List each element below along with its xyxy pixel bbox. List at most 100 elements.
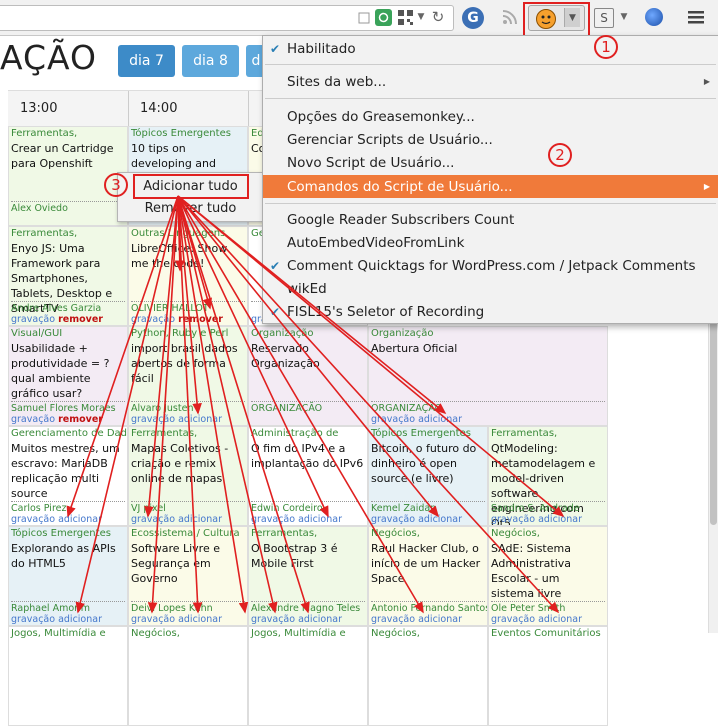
session-cell[interactable]: Organização Abertura Oficial ORGANIZAÇÃO gr… [368, 326, 608, 426]
rss-icon[interactable] [502, 9, 518, 25]
chevron-down-icon[interactable]: ▼ [416, 10, 426, 24]
session-title[interactable]: Abertura Oficial [369, 339, 607, 356]
session-cell[interactable]: Eventos Comunitários [488, 626, 608, 726]
divider [131, 501, 245, 502]
recording-label: gravação adicionar [491, 514, 582, 525]
session-cell[interactable]: Administração de O fim do IPv4 e a implan… [248, 426, 368, 526]
menu-item-enabled[interactable]: ✔ Habilitado [263, 37, 718, 60]
recording-status: gravação adicionar [131, 614, 222, 625]
session-category: Tópicos Emergentes [131, 128, 231, 139]
session-cell[interactable]: Python, Ruby e Perl import brasil dados a… [128, 326, 248, 426]
session-title[interactable]: Bitcoin, o futuro do dinheiro é open sou… [369, 439, 487, 486]
refresh-icon[interactable] [375, 9, 392, 26]
divider [491, 601, 605, 602]
session-cell[interactable]: Outras Linguagens LibreOffice: Show me th… [128, 226, 248, 326]
session-title[interactable]: Software Livre e Segurança em Governo [129, 539, 247, 586]
s-icon[interactable]: S [594, 8, 614, 28]
recording-status: gravação remover [11, 414, 103, 425]
session-cell[interactable]: Visual/GUI Usabilidade + produtividade = … [8, 326, 128, 426]
qr-code-icon[interactable] [397, 9, 413, 25]
session-title[interactable]: Muitos mestres, um escravo: MariaDB repl… [9, 439, 127, 501]
session-title[interactable]: import brasil dados abertos de forma fác… [129, 339, 247, 386]
divider [11, 201, 125, 202]
recording-status: gravação adicionar [371, 414, 462, 425]
menu-item-label: wikEd [287, 280, 327, 297]
menu-item-script-commands[interactable]: Comandos do Script de Usuário... ▶ [263, 175, 718, 198]
session-category: Tópicos Emergentes [371, 428, 471, 439]
menu-item-label: FISL15's Seletor of Recording [287, 303, 485, 320]
bookmark-star-icon[interactable] [357, 11, 370, 24]
session-title[interactable]: SAdE: Sistema Administrativa Escolar - u… [489, 539, 607, 601]
session-cell[interactable]: Negócios, [128, 626, 248, 726]
menu-item-options[interactable]: Opções do Greasemonkey... [263, 105, 718, 128]
menu-item-websites[interactable]: Sites da web... ▶ [263, 70, 718, 93]
session-cell[interactable]: Organização Reservado Organização ORGANIZA… [248, 326, 368, 426]
time-label-13: 13:00 [20, 101, 58, 116]
session-category: Outras Linguagens [131, 228, 226, 239]
menu-item-label: Comment Quicktags for WordPress.com / Je… [287, 257, 696, 274]
menu-item-script-google-reader[interactable]: Google Reader Subscribers Count [263, 208, 718, 231]
divider [371, 601, 485, 602]
session-cell[interactable]: Ecossistema / Cultura Software Livre e Se… [128, 526, 248, 626]
remove-all-item[interactable]: Remover tudo [118, 197, 263, 219]
session-cell[interactable]: Ferramentas, Enyo JS: Uma Framework para … [8, 226, 128, 326]
menu-item-script-wiked[interactable]: wikEd [263, 277, 718, 300]
session-cell[interactable]: Gerenciamento de Dados Muitos mestres, um… [8, 426, 128, 526]
menu-item-script-fisl15[interactable]: ✔ FISL15's Seletor of Recording [263, 300, 718, 323]
recording-status: gravação adicionar [371, 614, 462, 625]
annotation-marker-3: 3 [104, 173, 128, 197]
menu-item-new-script[interactable]: Novo Script de Usuário... [263, 151, 718, 174]
session-cell[interactable]: Negócios, SAdE: Sistema Administrativa Es… [488, 526, 608, 626]
session-title[interactable]: Usabilidade + produtividade = ? qual amb… [9, 339, 127, 401]
remove-recording-link[interactable]: remover [58, 314, 103, 325]
session-title[interactable] [249, 639, 367, 641]
session-cell[interactable]: Tópicos Emergentes Bitcoin, o futuro do d… [368, 426, 488, 526]
divider [251, 501, 365, 502]
session-title[interactable] [9, 639, 127, 641]
session-category: Python, Ruby e Perl [131, 328, 229, 339]
session-cell[interactable]: Negócios, [368, 626, 488, 726]
session-cell[interactable]: Ferramentas, Mapas Coletivos - criação e … [128, 426, 248, 526]
session-title[interactable]: Raul Hacker Club, o início de um Hacker … [369, 539, 487, 586]
recording-status: gravação adicionar [491, 614, 582, 625]
session-cell[interactable]: Tópicos Emergentes Explorando as APIs do … [8, 526, 128, 626]
session-title[interactable]: Mapas Coletivos - criação e remix online… [129, 439, 247, 486]
session-cell[interactable]: Ferramentas, QtModeling: metamodelagem e … [488, 426, 608, 526]
session-cell[interactable]: Jogos, Multimídia e [8, 626, 128, 726]
menu-item-manage-scripts[interactable]: Gerenciar Scripts de Usuário... [263, 128, 718, 151]
session-title[interactable] [489, 639, 607, 641]
reload-icon[interactable]: ↻ [430, 8, 446, 26]
day-tab-7[interactable]: dia 7 [118, 45, 175, 77]
session-title[interactable]: O fim do IPv4 e a implantação do IPv6 [249, 439, 367, 471]
recording-label: gravação [11, 414, 56, 425]
session-author: Edwin Cordeiro [251, 503, 323, 514]
menu-item-script-quicktags[interactable]: ✔ Comment Quicktags for WordPress.com / J… [263, 254, 718, 277]
time-label-14: 14:00 [140, 101, 178, 116]
remove-recording-link[interactable]: remover [178, 314, 223, 325]
session-title[interactable]: Explorando as APIs do HTML5 [9, 539, 127, 571]
session-title[interactable] [129, 639, 247, 641]
menu-icon[interactable] [687, 8, 705, 26]
session-category: Negócios, [491, 528, 540, 539]
divider [131, 401, 245, 402]
divider [371, 401, 605, 402]
session-cell[interactable]: Ferramentas, O Bootstrap 3 é Mobile First… [248, 526, 368, 626]
remove-recording-link[interactable]: remover [58, 414, 103, 425]
session-cell[interactable]: Jogos, Multimídia e [248, 626, 368, 726]
divider [11, 401, 125, 402]
session-title[interactable]: Reservado Organização [249, 339, 367, 371]
recording-label: gravação adicionar [371, 614, 462, 625]
globe-icon[interactable] [645, 8, 663, 26]
session-title[interactable]: O Bootstrap 3 é Mobile First [249, 539, 367, 571]
menu-item-script-autoembed[interactable]: AutoEmbedVideoFromLink [263, 231, 718, 254]
g-icon[interactable]: G [462, 7, 484, 29]
session-title[interactable]: Crear un Cartridge para Openshift [9, 139, 127, 171]
recording-status: gravação adicionar [131, 514, 222, 525]
time-divider [248, 91, 249, 127]
chevron-down-icon[interactable]: ▼ [619, 10, 629, 24]
session-cell[interactable]: Negócios, Raul Hacker Club, o início de u… [368, 526, 488, 626]
session-title[interactable] [369, 639, 487, 641]
session-title[interactable]: LibreOffice: Show me the code! [129, 239, 247, 271]
browser-toolbar: ▼ ↻ G ▼ S ▼ [0, 0, 718, 38]
day-tab-8[interactable]: dia 8 [182, 45, 239, 77]
